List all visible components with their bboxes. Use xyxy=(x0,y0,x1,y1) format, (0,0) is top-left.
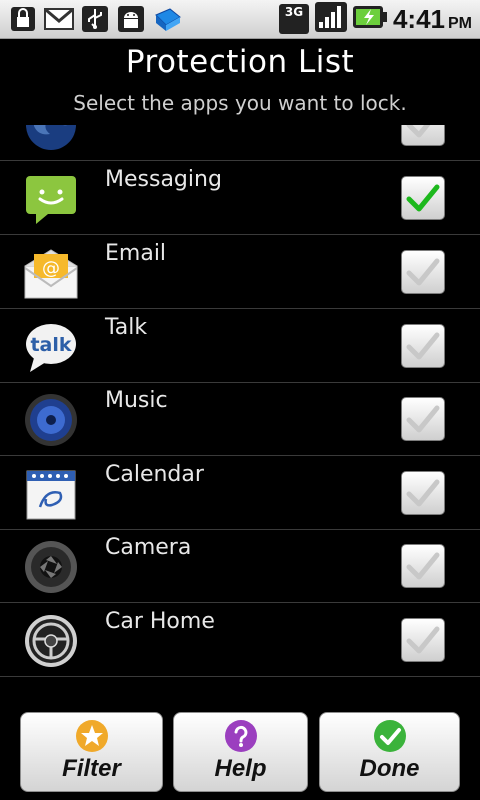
email-icon: @ xyxy=(24,246,78,300)
bottom-button-bar: Filter Help Done xyxy=(0,700,480,800)
list-item-camera[interactable]: Camera xyxy=(0,529,480,603)
app-label: Talk xyxy=(105,315,148,340)
camera-icon xyxy=(24,540,78,594)
app-label: Email xyxy=(105,241,167,266)
app-label: Camera xyxy=(105,535,192,560)
app-label: Music xyxy=(105,388,168,413)
list-item-car-home[interactable]: Car Home xyxy=(0,603,480,677)
app-label: Car Home xyxy=(105,609,215,634)
list-item-email[interactable]: @ Email xyxy=(0,235,480,309)
filter-button-label: Filter xyxy=(62,755,121,782)
android-debug-icon xyxy=(116,4,146,34)
list-item-browser[interactable] xyxy=(0,125,480,161)
list-item-messaging[interactable]: Messaging xyxy=(0,161,480,235)
done-button-label: Done xyxy=(359,755,420,782)
lock-checkbox-email[interactable] xyxy=(401,250,445,294)
page-title: Protection List xyxy=(125,44,355,80)
help-button[interactable]: Help xyxy=(173,712,308,792)
lock-icon xyxy=(8,4,38,34)
question-mark-icon xyxy=(224,719,258,753)
app-update-icon xyxy=(152,4,182,34)
done-button[interactable]: Done xyxy=(319,712,460,792)
email-icon-glyph: @ xyxy=(42,258,60,279)
lock-checkbox-music[interactable] xyxy=(401,397,445,441)
lock-checkbox-messaging[interactable] xyxy=(401,176,445,220)
lock-checkbox-car-home[interactable] xyxy=(401,618,445,662)
messaging-icon xyxy=(24,172,78,226)
list-item-music[interactable]: Music xyxy=(0,382,480,456)
list-item-talk[interactable]: talk Talk xyxy=(0,309,480,383)
app-label: Calendar xyxy=(105,462,204,487)
filter-button[interactable]: Filter xyxy=(20,712,163,792)
calendar-icon xyxy=(24,467,78,521)
help-button-label: Help xyxy=(214,755,267,782)
app-label: Messaging xyxy=(105,167,222,192)
music-icon xyxy=(24,393,78,447)
lock-checkbox-browser[interactable] xyxy=(401,125,445,146)
lock-checkbox-talk[interactable] xyxy=(401,324,445,368)
browser-icon xyxy=(24,125,78,152)
usb-icon xyxy=(80,4,110,34)
car-home-icon xyxy=(24,614,78,668)
clock-ampm: PM xyxy=(448,14,472,32)
clock-time: 4:41 xyxy=(392,3,445,34)
star-icon xyxy=(75,719,109,753)
gmail-icon xyxy=(44,4,74,34)
protection-app-list[interactable]: Messaging @ Email talk Talk Music Calend… xyxy=(0,125,480,688)
lock-checkbox-camera[interactable] xyxy=(401,544,445,588)
network-3g-icon: 3G xyxy=(278,4,309,34)
status-bar: 3G 4:41 PM xyxy=(0,0,480,39)
checkmark-icon xyxy=(373,719,407,753)
signal-strength-icon xyxy=(314,2,347,36)
talk-icon: talk xyxy=(24,320,78,374)
talk-icon-text: talk xyxy=(30,334,71,356)
list-item-calendar[interactable]: Calendar xyxy=(0,456,480,530)
page-subtitle: Select the apps you want to lock. xyxy=(73,91,407,115)
clock: 4:41 PM xyxy=(393,4,472,35)
battery-charging-icon xyxy=(352,4,387,34)
lock-checkbox-calendar[interactable] xyxy=(401,471,445,515)
network-type-label: 3G xyxy=(284,5,304,19)
